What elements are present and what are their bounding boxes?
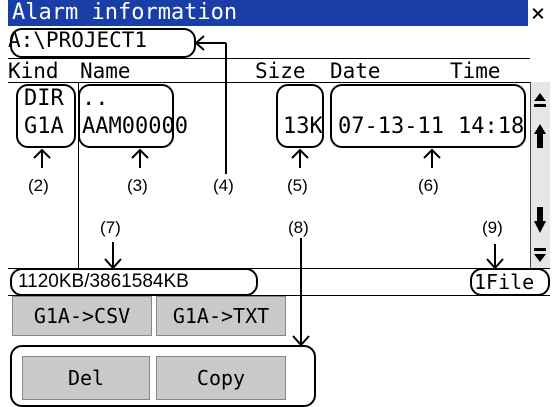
- annotation-5: (5): [287, 176, 308, 195]
- annotation-9: (9): [482, 218, 503, 237]
- annotation-2: (2): [28, 176, 49, 195]
- annotation-arrows: [33, 35, 504, 347]
- annotation-3: (3): [127, 176, 148, 195]
- annotation-7: (7): [100, 218, 121, 237]
- annotation-8: (8): [288, 218, 309, 237]
- annotation-6: (6): [418, 176, 439, 195]
- annotation-4: (4): [213, 176, 234, 195]
